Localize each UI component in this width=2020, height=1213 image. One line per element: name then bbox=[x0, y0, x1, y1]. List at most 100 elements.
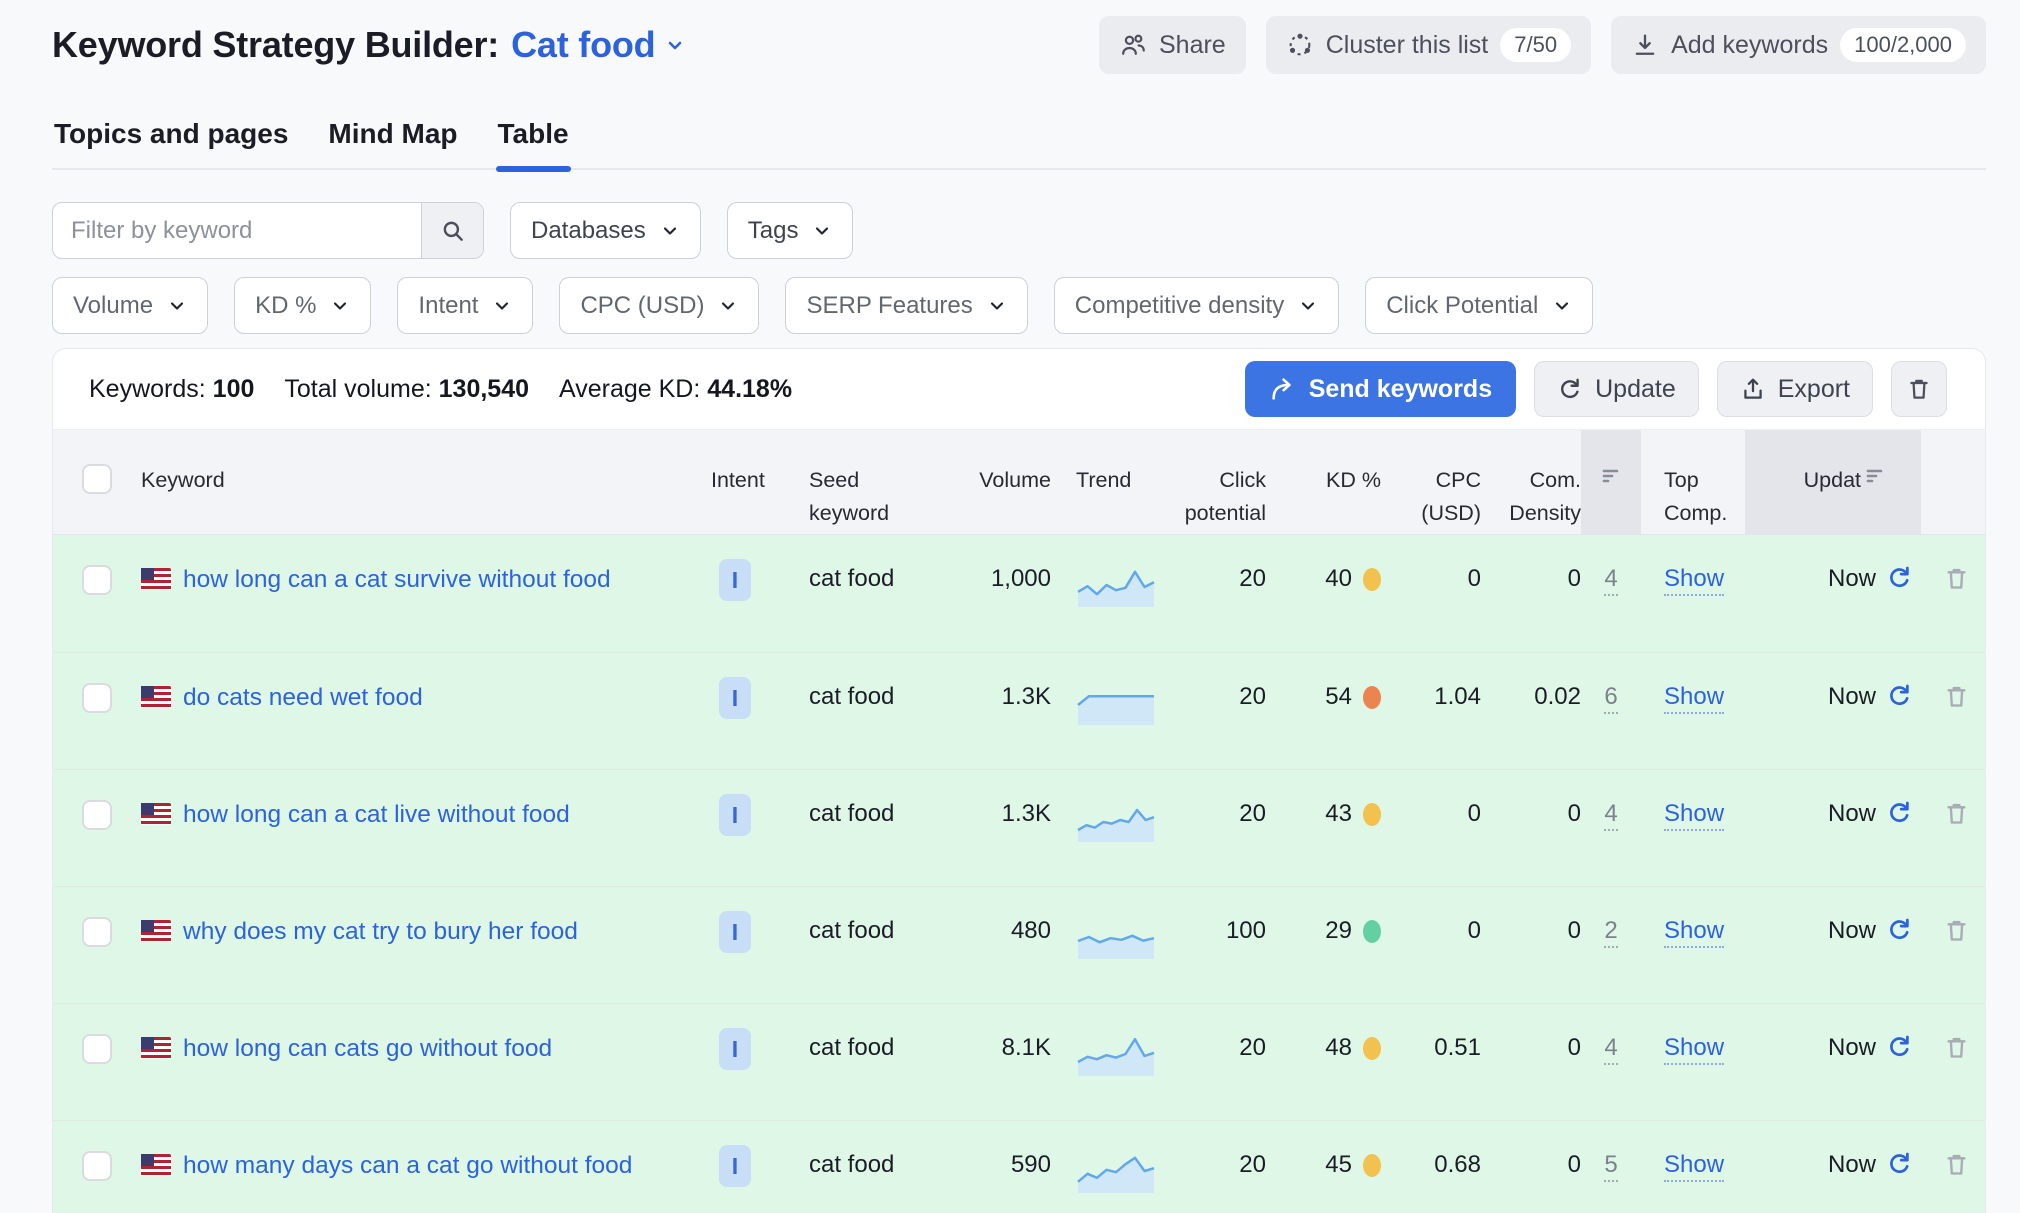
refresh-icon[interactable] bbox=[1886, 916, 1913, 943]
serp-features-count[interactable]: 5 bbox=[1604, 1151, 1617, 1182]
keyword-link[interactable]: why does my cat try to bury her food bbox=[183, 917, 578, 946]
refresh-icon[interactable] bbox=[1886, 799, 1913, 826]
cpc-cell: 1.04 bbox=[1381, 653, 1481, 769]
column-header-serp-features-sort[interactable] bbox=[1581, 430, 1641, 534]
update-label: Update bbox=[1595, 375, 1676, 404]
show-top-competitors-link[interactable]: Show bbox=[1664, 917, 1724, 948]
com-density-cell: 0 bbox=[1481, 770, 1581, 886]
column-header-cpc[interactable]: CPC (USD) bbox=[1381, 430, 1481, 534]
download-icon bbox=[1631, 31, 1659, 59]
column-header-volume[interactable]: Volume bbox=[921, 430, 1051, 534]
intent-filter[interactable]: Intent bbox=[397, 277, 533, 334]
show-top-competitors-link[interactable]: Show bbox=[1664, 683, 1724, 714]
row-checkbox[interactable] bbox=[82, 1034, 112, 1064]
updated-value: Now bbox=[1828, 800, 1876, 828]
kd-value: 40 bbox=[1325, 565, 1352, 593]
volume-filter-label: Volume bbox=[73, 292, 153, 320]
cpc-cell: 0.51 bbox=[1381, 1004, 1481, 1120]
intent-filter-label: Intent bbox=[418, 292, 478, 320]
column-header-com-density[interactable]: Com. Density bbox=[1481, 430, 1581, 534]
list-name-label: Cat food bbox=[511, 24, 655, 66]
table-header: Keyword Intent Seed keyword Volume Trend… bbox=[53, 429, 1985, 535]
intent-badge[interactable]: I bbox=[719, 1028, 751, 1070]
intent-badge[interactable]: I bbox=[719, 559, 751, 601]
column-header-trend[interactable]: Trend bbox=[1051, 430, 1161, 534]
keyword-link[interactable]: how long can cats go without food bbox=[183, 1034, 552, 1063]
keyword-link[interactable]: how many days can a cat go without food bbox=[183, 1151, 632, 1180]
trash-icon[interactable] bbox=[1943, 800, 1970, 827]
column-header-updated[interactable]: Updat bbox=[1745, 430, 1921, 534]
column-header-kd[interactable]: KD % bbox=[1266, 430, 1381, 534]
updated-column-label: Updat bbox=[1804, 464, 1861, 497]
add-keywords-button[interactable]: Add keywords 100/2,000 bbox=[1611, 16, 1986, 74]
us-flag-icon bbox=[141, 1154, 171, 1176]
serp-features-count[interactable]: 4 bbox=[1604, 1034, 1617, 1065]
show-top-competitors-link[interactable]: Show bbox=[1664, 1034, 1724, 1065]
trash-icon[interactable] bbox=[1943, 683, 1970, 710]
tab-mind-map[interactable]: Mind Map bbox=[326, 118, 459, 168]
trend-sparkline bbox=[1076, 565, 1156, 609]
trash-icon[interactable] bbox=[1943, 565, 1970, 592]
intent-badge[interactable]: I bbox=[719, 1145, 751, 1187]
refresh-icon[interactable] bbox=[1886, 564, 1913, 591]
keyword-link[interactable]: do cats need wet food bbox=[183, 683, 423, 712]
keyword-filter-input[interactable] bbox=[53, 203, 421, 258]
databases-dropdown[interactable]: Databases bbox=[510, 202, 701, 259]
intent-badge[interactable]: I bbox=[719, 794, 751, 836]
competitive-density-filter[interactable]: Competitive density bbox=[1054, 277, 1339, 334]
show-top-competitors-link[interactable]: Show bbox=[1664, 1151, 1724, 1182]
search-button[interactable] bbox=[421, 203, 483, 258]
row-checkbox[interactable] bbox=[82, 565, 112, 595]
sort-icon bbox=[1863, 464, 1887, 488]
row-checkbox[interactable] bbox=[82, 1151, 112, 1181]
serp-features-count[interactable]: 6 bbox=[1604, 683, 1617, 714]
show-top-competitors-link[interactable]: Show bbox=[1664, 565, 1724, 596]
share-button[interactable]: Share bbox=[1099, 16, 1246, 74]
serp-features-filter[interactable]: SERP Features bbox=[785, 277, 1027, 334]
column-header-click-potential[interactable]: Click potential bbox=[1161, 430, 1266, 534]
row-checkbox[interactable] bbox=[82, 800, 112, 830]
seed-keyword-cell: cat food bbox=[791, 1004, 921, 1120]
seed-keyword-cell: cat food bbox=[791, 1121, 921, 1213]
tab-table[interactable]: Table bbox=[496, 118, 571, 168]
update-button[interactable]: Update bbox=[1534, 361, 1699, 417]
select-all-checkbox[interactable] bbox=[82, 464, 112, 494]
column-header-keyword[interactable]: Keyword bbox=[141, 430, 711, 534]
list-name-dropdown[interactable]: Cat food bbox=[511, 24, 687, 66]
send-keywords-button[interactable]: Send keywords bbox=[1245, 361, 1516, 417]
trash-icon[interactable] bbox=[1943, 917, 1970, 944]
row-checkbox[interactable] bbox=[82, 683, 112, 713]
cpc-filter[interactable]: CPC (USD) bbox=[559, 277, 759, 334]
keyword-strategy-builder-page: Keyword Strategy Builder: Cat food Share… bbox=[0, 0, 2020, 1213]
serp-features-count[interactable]: 4 bbox=[1604, 565, 1617, 596]
keyword-link[interactable]: how long can a cat survive without food bbox=[183, 565, 611, 594]
refresh-icon[interactable] bbox=[1886, 1033, 1913, 1060]
serp-features-count[interactable]: 4 bbox=[1604, 800, 1617, 831]
column-header-intent[interactable]: Intent bbox=[711, 430, 791, 534]
trash-icon[interactable] bbox=[1943, 1151, 1970, 1178]
show-top-competitors-link[interactable]: Show bbox=[1664, 800, 1724, 831]
column-header-seed-keyword[interactable]: Seed keyword bbox=[791, 430, 921, 534]
seed-keyword-cell: cat food bbox=[791, 535, 921, 652]
column-header-top-comp[interactable]: Top Comp. bbox=[1641, 430, 1745, 534]
cluster-this-list-button[interactable]: Cluster this list 7/50 bbox=[1266, 16, 1591, 74]
export-button[interactable]: Export bbox=[1717, 361, 1873, 417]
keyword-link[interactable]: how long can a cat live without food bbox=[183, 800, 570, 829]
topbar: Keyword Strategy Builder: Cat food Share… bbox=[52, 16, 1986, 74]
com-density-cell: 0.02 bbox=[1481, 653, 1581, 769]
filter-row-secondary: Volume KD % Intent CPC (USD) SERP Featur… bbox=[52, 277, 1986, 334]
refresh-icon[interactable] bbox=[1886, 1150, 1913, 1177]
click-potential-filter[interactable]: Click Potential bbox=[1365, 277, 1593, 334]
delete-list-button[interactable] bbox=[1891, 361, 1947, 417]
row-checkbox[interactable] bbox=[82, 917, 112, 947]
volume-filter[interactable]: Volume bbox=[52, 277, 208, 334]
refresh-icon[interactable] bbox=[1886, 682, 1913, 709]
kd-filter[interactable]: KD % bbox=[234, 277, 371, 334]
intent-badge[interactable]: I bbox=[719, 677, 751, 719]
trash-icon[interactable] bbox=[1943, 1034, 1970, 1061]
intent-badge[interactable]: I bbox=[719, 911, 751, 953]
serp-features-count[interactable]: 2 bbox=[1604, 917, 1617, 948]
tags-dropdown[interactable]: Tags bbox=[727, 202, 854, 259]
tab-topics-and-pages[interactable]: Topics and pages bbox=[52, 118, 290, 168]
column-header-actions bbox=[1921, 430, 1977, 534]
